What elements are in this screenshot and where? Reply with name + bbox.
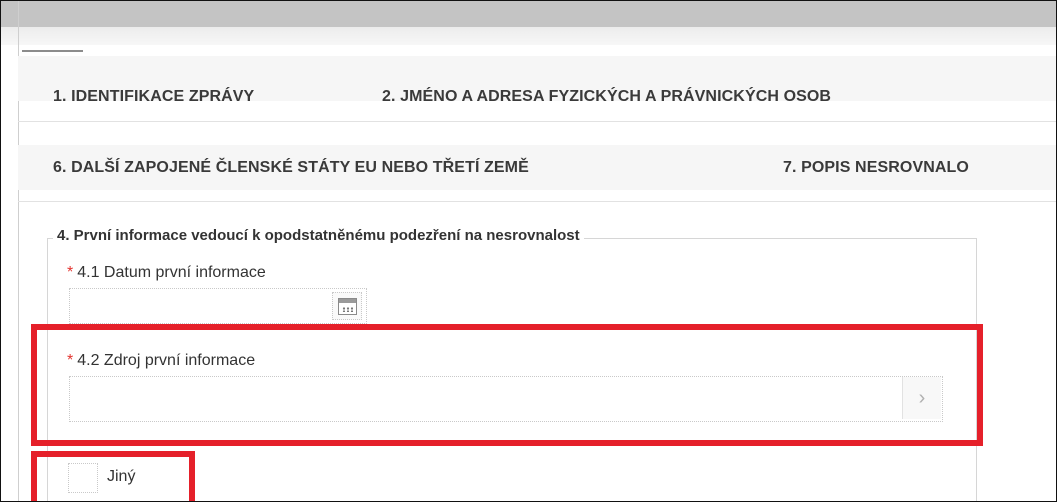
date-input[interactable]: [69, 288, 367, 324]
highlight-box-source: [31, 324, 983, 446]
tab-identifikace-zpravy[interactable]: 1. IDENTIFIKACE ZPRÁVY: [53, 88, 254, 106]
tab-separator: [18, 121, 1056, 122]
required-marker: *: [67, 264, 74, 281]
calendar-icon: [337, 297, 357, 315]
highlight-box-other: [31, 451, 195, 501]
tab-dalsi-zapojene-staty[interactable]: 6. DALŠÍ ZAPOJENÉ ČLENSKÉ STÁTY EU NEBO …: [53, 159, 529, 177]
date-field-label: * 4.1 Datum první informace: [67, 264, 266, 282]
section-title: 4. První informace vedoucí k opodstatněn…: [53, 227, 584, 244]
active-tab-indicator: [22, 50, 83, 52]
tab-jmeno-a-adresa[interactable]: 2. JMÉNO A ADRESA FYZICKÝCH A PRÁVNICKÝC…: [382, 88, 831, 106]
top-bar: [1, 1, 1056, 27]
section-separator: [18, 201, 1056, 202]
tab-popis-nesrovnalosti[interactable]: 7. POPIS NESROVNALO: [783, 159, 969, 177]
date-field-label-text: 4.1 Datum první informace: [77, 264, 266, 281]
screenshot-frame: 1. IDENTIFIKACE ZPRÁVY 2. JMÉNO A ADRESA…: [0, 0, 1057, 502]
top-bar-shadow: [1, 27, 1056, 45]
calendar-button[interactable]: [332, 292, 362, 320]
